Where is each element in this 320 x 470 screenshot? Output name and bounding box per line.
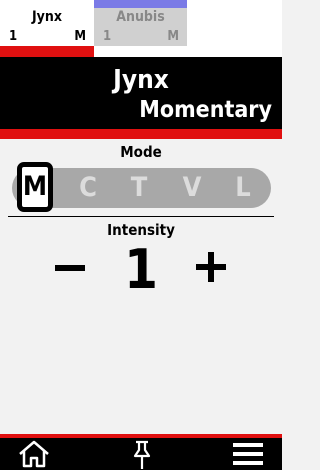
tab-name: Jynx: [32, 9, 62, 25]
menu-icon: [233, 443, 263, 465]
mode-name: Momentary: [139, 97, 272, 123]
pin-icon: [133, 440, 151, 469]
active-tab-indicator: [0, 46, 94, 57]
device-header: Jynx Momentary: [0, 57, 282, 129]
mode-selected-thumb[interactable]: M: [17, 162, 53, 212]
home-button[interactable]: [8, 438, 58, 470]
mode-option-c[interactable]: C: [68, 168, 108, 208]
tab-name: Anubis: [116, 9, 165, 25]
tab-number: 1: [9, 29, 18, 44]
tab-anubis[interactable]: Anubis 1 M: [94, 0, 187, 46]
mode-option-t[interactable]: T: [119, 168, 159, 208]
section-divider: [8, 216, 274, 217]
pin-button[interactable]: [116, 438, 166, 470]
minus-icon[interactable]: [52, 248, 88, 288]
tab-bar: Jynx 1 M Anubis 1 M: [0, 0, 282, 57]
mode-label: Mode: [120, 143, 162, 161]
intensity-value: 1: [124, 238, 158, 301]
plus-icon[interactable]: [193, 249, 229, 285]
mode-option-l[interactable]: L: [223, 168, 263, 208]
tab-number: 1: [103, 29, 112, 44]
header-divider: [0, 129, 282, 139]
menu-button[interactable]: [222, 438, 272, 470]
bottom-nav: [0, 438, 282, 470]
tab-mode: M: [74, 29, 86, 44]
mode-selected-letter: M: [22, 171, 48, 202]
intensity-label: Intensity: [107, 221, 175, 239]
tab-jynx[interactable]: Jynx 1 M: [0, 0, 94, 46]
home-icon: [19, 440, 49, 468]
mode-option-v[interactable]: V: [172, 168, 212, 208]
tab-mode: M: [167, 29, 179, 44]
device-name: Jynx: [113, 65, 169, 95]
